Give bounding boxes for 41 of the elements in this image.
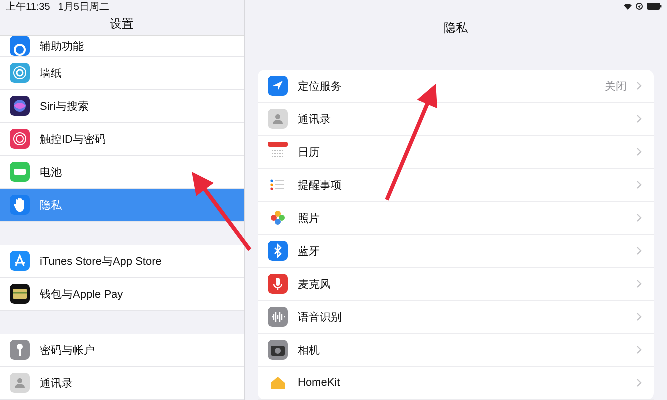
settings-row[interactable]: 语音识别 <box>258 301 654 334</box>
chevron-icon <box>637 148 642 156</box>
row-value: 关闭 <box>605 80 627 94</box>
sidebar-item[interactable]: 触控ID与密码 <box>0 123 244 156</box>
chevron-icon <box>637 214 642 222</box>
settings-row[interactable]: 麦克风 <box>258 268 654 301</box>
sidebar-item[interactable]: 墙纸 <box>0 57 244 90</box>
contact-icon <box>10 373 30 393</box>
chevron-icon <box>637 346 642 354</box>
hand-icon <box>10 195 30 215</box>
battery-icon <box>647 3 662 10</box>
chevron-icon <box>637 115 642 123</box>
chevron-icon <box>637 82 642 90</box>
chevron-icon <box>637 313 642 321</box>
status-date: 1月5日周二 <box>58 0 110 14</box>
location-icon <box>636 3 643 10</box>
chevron-icon <box>637 280 642 288</box>
settings-row[interactable]: 蓝牙 <box>258 235 654 268</box>
sidebar-item[interactable]: 钱包与Apple Pay <box>0 278 244 311</box>
settings-row[interactable]: HomeKit <box>258 367 654 400</box>
wifi-icon <box>624 3 632 10</box>
chevron-icon <box>637 181 642 189</box>
wallet-icon <box>10 284 30 304</box>
sidebar-item[interactable]: 密码与帐户 <box>0 334 244 367</box>
settings-row[interactable]: 照片 <box>258 202 654 235</box>
battery-icon <box>10 162 30 182</box>
microphone-icon <box>268 274 288 294</box>
sidebar-item[interactable]: 辅助功能 <box>0 36 244 57</box>
sidebar-item[interactable]: Siri与搜索 <box>0 90 244 123</box>
contact-icon <box>268 109 288 129</box>
waveform-icon <box>268 307 288 327</box>
status-time: 上午11:35 <box>6 0 50 14</box>
page-title: 隐私 <box>444 20 468 36</box>
sidebar-item[interactable]: 通讯录 <box>0 367 244 400</box>
chevron-icon <box>637 379 642 387</box>
camera-icon <box>268 340 288 360</box>
chevron-icon <box>637 247 642 255</box>
bluetooth-icon <box>268 241 288 261</box>
sidebar-title: 设置 <box>110 16 134 32</box>
sidebar-item[interactable]: iTunes Store与App Store <box>0 245 244 278</box>
settings-row[interactable]: 相机 <box>258 334 654 367</box>
